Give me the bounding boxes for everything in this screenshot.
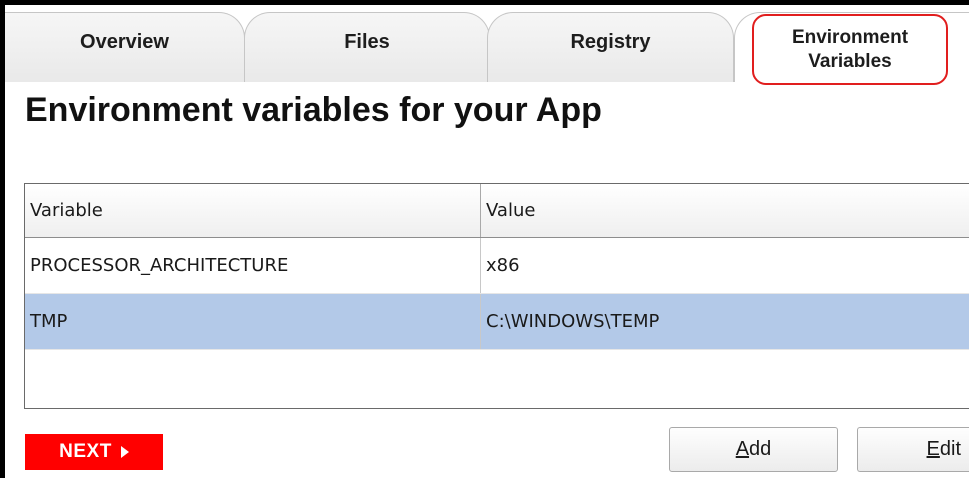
tab-registry[interactable]: Registry (487, 12, 734, 82)
tab-overview-label: Overview (80, 31, 169, 53)
tab-environment-variables-highlight[interactable]: Environment Variables (752, 14, 948, 85)
tab-environment-variables-label: Environment Variables (792, 26, 908, 74)
table-row[interactable]: PROCESSOR_ARCHITECTURE x86 (25, 238, 969, 294)
add-button[interactable]: Add (669, 427, 838, 472)
arrow-right-icon (120, 446, 129, 458)
cell-variable: PROCESSOR_ARCHITECTURE (25, 238, 481, 293)
tab-registry-label: Registry (570, 31, 651, 53)
page-title: Environment variables for your App (25, 91, 602, 129)
next-button[interactable]: NEXT (25, 434, 163, 470)
tab-overview[interactable]: Overview (5, 12, 245, 82)
add-button-mnemonic: A (735, 438, 750, 460)
tab-env-label-line1: Environment (791, 26, 909, 48)
table-row-selected[interactable]: TMP C:\WINDOWS\TEMP (25, 294, 969, 350)
column-header-variable[interactable]: Variable (25, 184, 481, 237)
edit-button-mnemonic: E (926, 438, 940, 460)
cell-value: x86 (486, 255, 520, 276)
table-header: Variable Value (25, 184, 969, 238)
tab-files[interactable]: Files (244, 12, 490, 82)
window-frame-top (0, 0, 969, 5)
next-button-label: NEXT (59, 441, 112, 462)
tab-files-label: Files (344, 31, 390, 53)
add-button-label: dd (749, 438, 772, 460)
tab-env-label-line2: Variables (808, 50, 892, 72)
edit-button[interactable]: Edit (857, 427, 969, 472)
environment-variables-table[interactable]: Variable Value PROCESSOR_ARCHITECTURE x8… (24, 183, 969, 409)
edit-button-label: dit (939, 438, 961, 460)
cell-variable: TMP (25, 294, 481, 349)
cell-value: C:\WINDOWS\TEMP (486, 311, 660, 332)
column-header-value[interactable]: Value (481, 184, 969, 237)
